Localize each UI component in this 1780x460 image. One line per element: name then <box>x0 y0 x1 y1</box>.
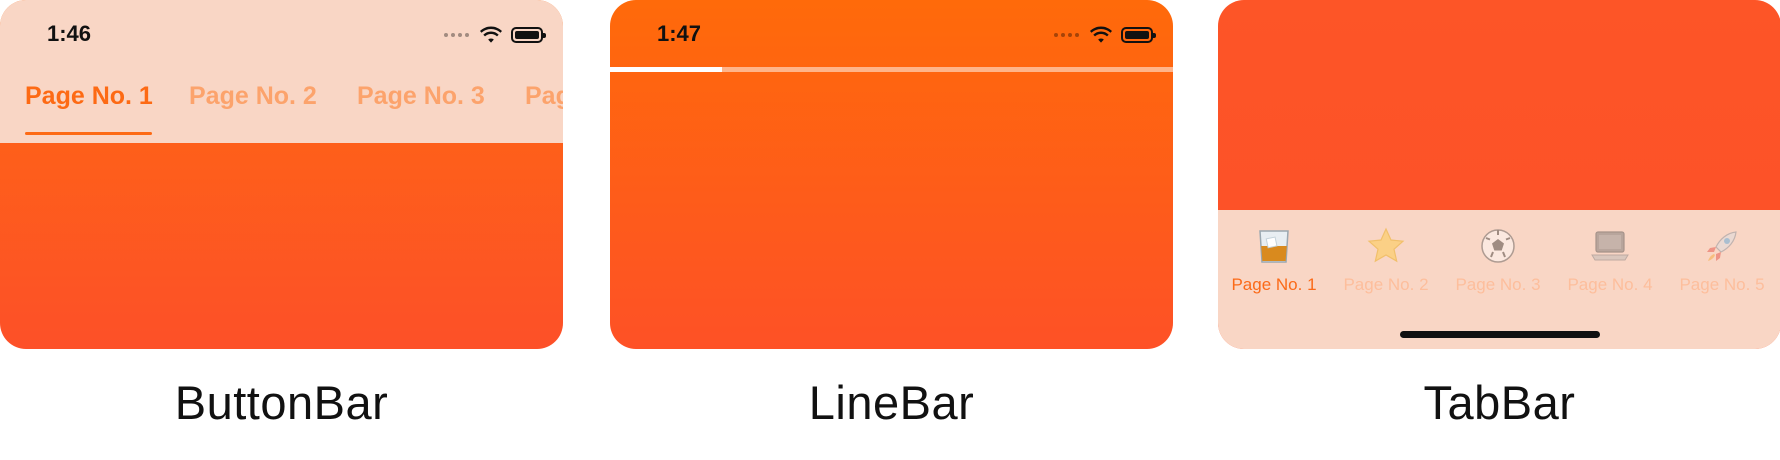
selected-tab-indicator <box>25 132 152 135</box>
caption-buttonbar: ButtonBar <box>174 376 389 429</box>
battery-icon <box>1121 27 1156 43</box>
tab-page-2[interactable]: Page No. 2 <box>189 82 317 111</box>
tabbar-preview: Page No. 1 Page No. 2 Page No. 3 Page No… <box>1218 0 1780 349</box>
tab-page-4[interactable]: Page No. 4 <box>525 82 563 111</box>
line-bar-indicator <box>610 67 722 72</box>
tab-bar: Page No. 1 Page No. 2 Page No. 3 Page No… <box>1218 210 1780 349</box>
home-indicator <box>1400 331 1600 338</box>
caption-linebar: LineBar <box>808 376 975 429</box>
tab-page-3[interactable]: Page No. 3 <box>357 82 485 111</box>
tab-item-page-3[interactable]: Page No. 3 <box>1442 226 1554 295</box>
caption-tabbar: TabBar <box>1423 376 1576 429</box>
linebar-preview: 1:47 <box>610 0 1173 349</box>
status-time: 1:47 <box>657 21 702 46</box>
whisky-glass-icon <box>1259 230 1289 263</box>
battery-icon <box>511 27 546 43</box>
tab-item-page-5[interactable]: Page No. 5 <box>1666 226 1778 295</box>
button-bar-tabs: Page No. 1 Page No. 2 Page No. 3 Page No… <box>0 82 563 118</box>
rocket-icon <box>1707 231 1737 261</box>
signal-icon <box>1054 33 1079 37</box>
tab-page-1[interactable]: Page No. 1 <box>25 82 153 111</box>
tab-label: Page No. 4 <box>1567 275 1653 294</box>
tab-label: Page No. 2 <box>1343 275 1429 294</box>
star-icon <box>1367 227 1405 263</box>
tab-label: Page No. 3 <box>1455 275 1541 294</box>
status-bar: 1:47 <box>610 0 1173 66</box>
tab-item-page-2[interactable]: Page No. 2 <box>1330 226 1442 295</box>
buttonbar-preview: 1:46 Page No. 1 Page No. 2 Page No. 3 Pa… <box>0 0 563 349</box>
wifi-icon <box>1090 26 1112 43</box>
soccer-ball-icon <box>1481 229 1515 263</box>
signal-icon <box>444 33 469 37</box>
wifi-icon <box>480 26 502 43</box>
tab-label: Page No. 5 <box>1679 275 1765 294</box>
tab-item-page-4[interactable]: Page No. 4 <box>1554 226 1666 295</box>
status-time: 1:46 <box>47 21 92 46</box>
tab-item-page-1[interactable]: Page No. 1 <box>1218 226 1330 295</box>
tab-label: Page No. 1 <box>1231 275 1317 294</box>
status-bar: 1:46 <box>0 0 563 66</box>
laptop-icon <box>1591 231 1629 261</box>
